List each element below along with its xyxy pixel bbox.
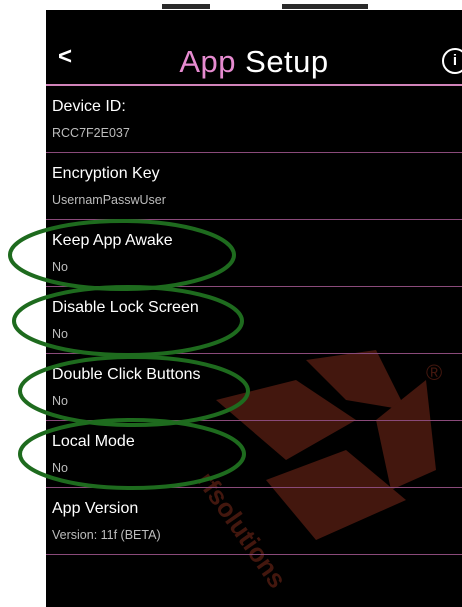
app-screen: ® rfsolutions < App Setup i Device ID: R… (46, 10, 462, 607)
page-title-accent: App (179, 44, 237, 79)
status-bar-strip (46, 0, 462, 10)
setting-label: Device ID: (52, 98, 126, 115)
setting-keep-app-awake[interactable]: Keep App Awake No (46, 220, 462, 287)
setting-value: No (52, 327, 68, 341)
page-title-rest: Setup (245, 44, 329, 79)
setting-disable-lock-screen[interactable]: Disable Lock Screen No (46, 287, 462, 354)
status-bar-mark (162, 4, 210, 9)
setting-value: Version: 11f (BETA) (52, 528, 161, 542)
setting-encryption-key[interactable]: Encryption Key UsernamPasswUser (46, 153, 462, 220)
setting-value: No (52, 260, 68, 274)
setting-device-id[interactable]: Device ID: RCC7F2E037 (46, 86, 462, 153)
info-icon[interactable]: i (442, 48, 462, 74)
setting-label: Encryption Key (52, 165, 160, 182)
settings-list: Device ID: RCC7F2E037 Encryption Key Use… (46, 86, 462, 555)
setting-app-version: App Version Version: 11f (BETA) (46, 488, 462, 555)
setting-local-mode[interactable]: Local Mode No (46, 421, 462, 488)
setting-label: Double Click Buttons (52, 366, 201, 383)
setting-value: No (52, 461, 68, 475)
setting-label: Keep App Awake (52, 232, 173, 249)
setting-label: Local Mode (52, 433, 135, 450)
setting-label: Disable Lock Screen (52, 299, 199, 316)
setting-value: No (52, 394, 68, 408)
setting-value: RCC7F2E037 (52, 126, 130, 140)
status-bar-mark (282, 4, 368, 9)
page-title: App Setup (46, 44, 462, 80)
app-header: < App Setup i (46, 10, 462, 86)
setting-label: App Version (52, 500, 139, 517)
setting-value: UsernamPasswUser (52, 193, 166, 207)
setting-double-click-buttons[interactable]: Double Click Buttons No (46, 354, 462, 421)
